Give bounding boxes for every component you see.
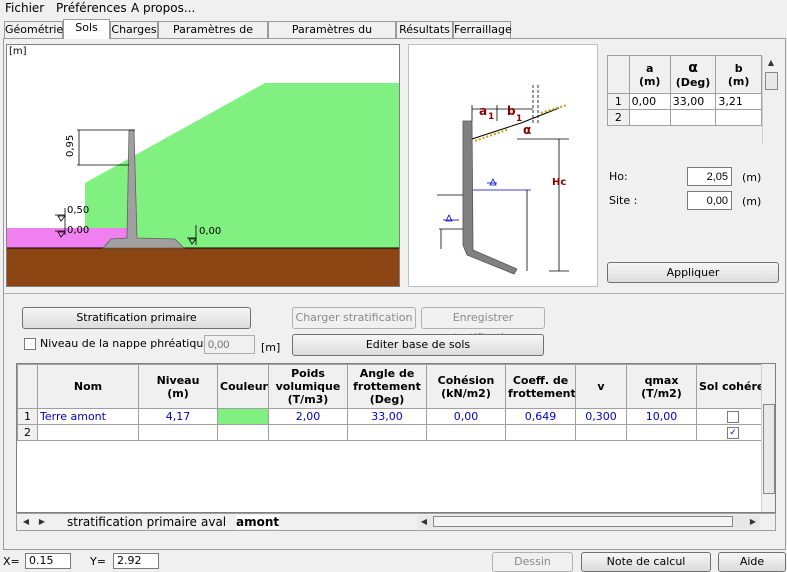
scroll-thumb[interactable] [765, 72, 778, 90]
x-label: X= [3, 555, 20, 568]
hc-label: Hc [552, 177, 566, 188]
cell-couleur[interactable] [217, 408, 269, 425]
slope-schema-diagram: a 1 b 1 α Hc [437, 85, 569, 275]
svg-text:1: 1 [488, 112, 494, 122]
scroll-left-icon[interactable]: ◀ [417, 515, 431, 529]
soil-table[interactable]: Nom Niveau (m) Couleur Poids volumique (… [17, 364, 764, 441]
table-row[interactable]: 1 0,00 33,00 3,21 [607, 93, 762, 110]
tab-resultats[interactable]: Résultats [396, 21, 453, 38]
soil-table-container: Nom Niveau (m) Couleur Poids volumique (… [16, 363, 776, 513]
menu-apropos[interactable]: A propos... [131, 1, 195, 15]
sheet-prev-icon[interactable]: ◀ [19, 515, 33, 529]
dessin-button[interactable]: Dessin [492, 552, 573, 572]
sheet-tab-bar: ◀ ▶ stratification primaire aval amont ◀… [16, 513, 776, 531]
menu-preferences[interactable]: Préférences [56, 1, 127, 15]
col-cohesion: Cohésion (kN/m2) [426, 364, 506, 409]
menu-fichier[interactable]: Fichier [5, 1, 44, 15]
scroll-up-icon[interactable]: ▲ [764, 56, 778, 70]
table-row[interactable]: 2 ✓ [17, 424, 764, 441]
y-label: Y= [90, 555, 106, 568]
site-label: Site : [609, 194, 638, 207]
svg-text:1: 1 [516, 114, 522, 124]
slope-schema: a 1 b 1 α Hc [408, 44, 598, 287]
charger-stratification-button[interactable]: Charger stratification [292, 307, 416, 329]
ho-unit: (m) [742, 171, 762, 184]
level-050: 0,50 [67, 205, 89, 216]
y-value: 2.92 [113, 553, 159, 569]
separator [4, 293, 784, 294]
note-calcul-button[interactable]: Note de calcul [581, 552, 711, 572]
sheet-tab-stratification[interactable]: stratification primaire [67, 515, 197, 529]
ho-label: Ho: [609, 170, 628, 183]
nappe-checkbox[interactable] [24, 338, 36, 350]
ho-input[interactable] [687, 167, 732, 186]
editer-base-sols-button[interactable]: Editer base de sols [292, 334, 544, 356]
col-niveau: Niveau (m) [138, 364, 218, 409]
col-coeff: Coeff. de frottement [505, 364, 576, 409]
a1-label: a [479, 104, 487, 118]
tab-charges[interactable]: Charges [110, 21, 158, 38]
tab-sols[interactable]: Sols [63, 19, 110, 39]
soil-table-hscroll[interactable]: ◀ ▶ [417, 515, 760, 529]
col-coherent: Sol cohére [696, 364, 764, 409]
menu-bar: Fichier Préférences A propos... [0, 0, 787, 18]
site-unit: (m) [742, 195, 762, 208]
tab-parametres-calcul[interactable]: Paramètres de calcul [158, 21, 268, 52]
aide-button[interactable]: Aide [718, 552, 786, 572]
slope-table-scrollbar[interactable]: ▲ [762, 56, 778, 144]
enregistrer-stratification-button[interactable]: Enregistrer stratification [421, 307, 545, 344]
table-row[interactable]: 2 [607, 109, 762, 126]
table-row[interactable]: 1 Terre amont 4,17 2,00 33,00 0,00 0,649… [17, 408, 764, 425]
status-bar: X= 0.15 Y= 2.92 Dessin Note de calcul Ai… [0, 551, 787, 572]
col-a: a (m) [628, 55, 671, 94]
b1-label: b [507, 104, 516, 118]
scroll-right-icon[interactable]: ▶ [746, 515, 760, 529]
col-b: b (m) [715, 55, 762, 94]
cell-nom[interactable]: Terre amont [37, 408, 139, 425]
nappe-label: Niveau de la nappe phréatique : [40, 337, 218, 350]
alpha-label: α [523, 123, 531, 137]
col-qmax: qmax (T/m2) [626, 364, 697, 409]
appliquer-button[interactable]: Appliquer [607, 262, 779, 283]
soil-table-vscroll[interactable] [761, 364, 775, 512]
dim-095: 0,95 [65, 135, 76, 157]
level-000-left: 0,00 [67, 225, 89, 236]
col-angle: Angle de frottement (Deg) [347, 364, 427, 409]
col-nom: Nom [37, 364, 139, 409]
x-value: 0.15 [25, 553, 71, 569]
col-alpha: α (Deg) [669, 55, 717, 94]
foundation-soil [7, 248, 399, 286]
nappe-input[interactable] [204, 335, 255, 354]
stratification-primaire-button[interactable]: Stratification primaire [22, 307, 251, 329]
col-v: v [575, 364, 627, 409]
tab-parametres-ferraillage[interactable]: Paramètres du ferraillage [268, 21, 396, 52]
coherent-checkbox[interactable] [727, 411, 739, 423]
level-000-right: 0,00 [199, 226, 221, 237]
scroll-thumb[interactable] [763, 404, 775, 494]
unit-label: [m] [9, 46, 27, 57]
coherent-checkbox-checked[interactable]: ✓ [727, 427, 739, 439]
slope-table[interactable]: a (m) α (Deg) b (m) 1 0,00 33,00 3,21 2 [607, 55, 762, 126]
drawing-canvas[interactable]: 0,95 0,50 0,00 0,00 [m] [6, 44, 400, 287]
nappe-unit: [m] [261, 341, 281, 354]
scroll-thumb[interactable] [433, 516, 733, 527]
wall-drawing: 0,95 0,50 0,00 0,00 [7, 83, 399, 286]
col-couleur: Couleur [217, 364, 269, 409]
sheet-tab-aval[interactable]: aval [201, 515, 226, 529]
tab-ferraillage[interactable]: Ferraillage [453, 21, 512, 38]
site-input[interactable] [687, 191, 732, 210]
tab-geometrie[interactable]: Géométrie [4, 21, 63, 38]
sheet-next-icon[interactable]: ▶ [35, 515, 49, 529]
sheet-tab-amont[interactable]: amont [236, 515, 280, 529]
col-poids: Poids volumique (T/m3) [268, 364, 348, 409]
